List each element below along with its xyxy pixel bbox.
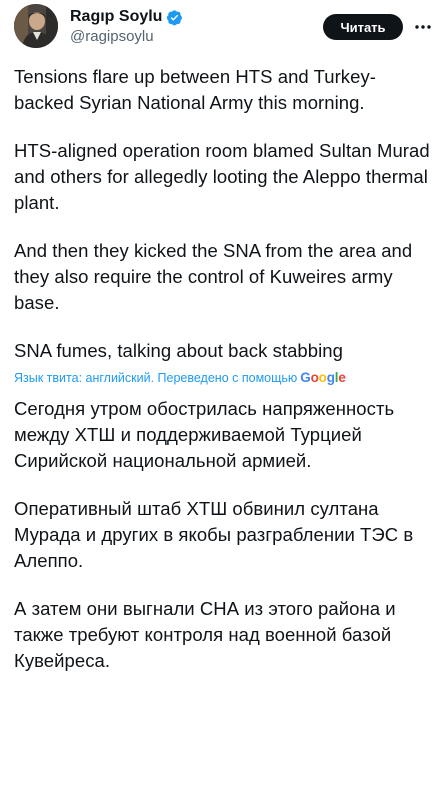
tweet-paragraph: SNA fumes, talking about back stabbing	[14, 340, 343, 361]
tweet-header: Ragıp Soylu @ragipsoylu Читать	[0, 0, 444, 54]
translated-paragraph: Оперативный штаб ХТШ обвинил султана Мур…	[14, 498, 414, 571]
tweet-paragraph: Tensions flare up between HTS and Turkey…	[14, 66, 376, 113]
avatar-image	[14, 4, 58, 48]
translated-paragraph: А затем они выгнали СНА из этого района …	[14, 598, 396, 671]
avatar[interactable]	[14, 4, 58, 48]
translated-paragraph: Сегодня утром обострилась напряженность …	[14, 398, 395, 471]
read-button[interactable]: Читать	[323, 14, 403, 40]
author-block: Ragıp Soylu @ragipsoylu	[70, 7, 183, 46]
author-handle[interactable]: @ragipsoylu	[70, 28, 183, 46]
google-logo: Google	[300, 370, 346, 385]
tweet-paragraph: HTS-aligned operation room blamed Sultan…	[14, 140, 430, 213]
author-name[interactable]: Ragıp Soylu	[70, 7, 162, 27]
tweet-body: Tensions flare up between HTS and Turkey…	[14, 64, 434, 696]
translation-notice[interactable]: Язык твита: английский. Переведено с пом…	[14, 370, 434, 386]
verified-badge-icon	[167, 9, 183, 25]
translation-notice-text: Язык твита: английский. Переведено с пом…	[14, 371, 298, 385]
author-name-row[interactable]: Ragıp Soylu	[70, 7, 183, 27]
tweet-paragraph: And then they kicked the SNA from the ar…	[14, 240, 413, 313]
more-options-icon[interactable]	[414, 18, 432, 36]
